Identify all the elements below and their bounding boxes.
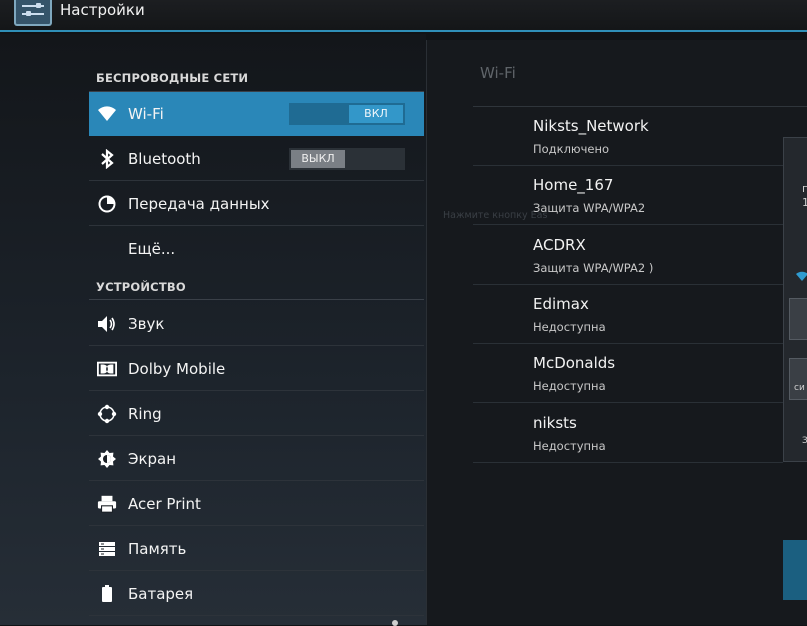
sidebar-item-label: Ring [128,405,162,423]
dialog-text-fragment: си [794,383,805,393]
sidebar-item-display[interactable]: Экран [89,437,424,481]
app-title: Настройки [60,1,145,19]
brightness-icon [97,449,117,469]
sidebar-item-bluetooth[interactable]: Bluetooth ВЫКЛ [89,137,424,181]
storage-icon [97,539,117,559]
sidebar-item-wifi[interactable]: Wi-Fi ВКЛ [89,92,424,136]
sidebar-item-storage[interactable]: Память [89,527,424,571]
speaker-icon [97,314,117,334]
sidebar-item-label: Dolby Mobile [128,360,226,378]
network-item[interactable]: Niksts_Network Подключено [473,107,783,166]
dialog-button[interactable]: си [789,358,807,400]
settings-app-icon[interactable] [14,0,52,26]
sidebar-item-label: Bluetooth [128,150,201,168]
network-item[interactable]: McDonalds Недоступна [473,344,783,403]
sidebar-item-acer-print[interactable]: Acer Print [89,482,424,526]
action-bar: Настройки [0,0,807,32]
network-item[interactable]: ACDRX Защита WPA/WPA2 ) [473,226,783,285]
detail-title: Wi-Fi [480,64,516,82]
bluetooth-toggle[interactable]: ВЫКЛ [289,148,405,170]
sidebar-item-label: Wi-Fi [128,105,164,123]
sidebar-item-sound[interactable]: Звук [89,302,424,346]
network-item[interactable]: niksts Недоступна [473,404,783,463]
network-name: McDonalds [533,354,616,372]
network-name: ACDRX [533,236,586,254]
network-status: Недоступна [533,379,606,393]
network-status: Недоступна [533,439,606,453]
network-item[interactable]: Home_167 Защита WPA/WPA2 [473,166,783,225]
sidebar-item-ring[interactable]: Ring [89,392,424,436]
section-header-wireless: БЕСПРОВОДНЫЕ СЕТИ [96,71,249,85]
data-usage-icon [97,194,117,214]
wifi-signal-icon [796,266,807,285]
dialog-text-fragment: п [802,182,807,195]
printer-icon [97,494,117,514]
network-status: Недоступна [533,320,606,334]
sidebar-item-label: Память [128,540,187,558]
sidebar-item-label: Экран [128,450,177,468]
dialog-text-fragment: 1 [802,196,807,209]
sidebar-item-label: Батарея [128,585,194,603]
network-status: Защита WPA/WPA2 ) [533,261,654,275]
sidebar-item-dolby[interactable]: Dolby Mobile [89,347,424,391]
network-name: Home_167 [533,176,614,194]
section-divider [89,299,424,300]
network-item[interactable]: Edimax Недоступна [473,285,783,344]
dialog-action-strip[interactable] [783,540,807,600]
network-name: niksts [533,414,577,432]
dolby-icon [97,359,117,379]
toggle-on-label: ВКЛ [349,105,403,123]
ring-icon [97,404,117,424]
dialog-text-fragment: З [802,436,807,446]
bluetooth-icon [97,149,117,169]
sidebar-item-label: Ещё... [128,240,176,258]
sidebar-item-label: Передача данных [128,195,270,213]
dialog-button[interactable] [789,298,807,340]
sidebar-item-battery[interactable]: Батарея [89,572,424,616]
network-name: Edimax [533,295,589,313]
sidebar-item-more[interactable]: Ещё... [89,227,424,271]
wifi-toggle[interactable]: ВКЛ [289,103,405,125]
toggle-off-label: ВЫКЛ [291,150,345,168]
network-status: Подключено [533,142,610,156]
sidebar-item-label: Звук [128,315,165,333]
scroll-indicator [392,620,398,626]
network-name: Niksts_Network [533,117,649,135]
battery-icon [97,584,117,604]
section-header-device: УСТРОЙСТВО [96,280,186,294]
settings-sidebar: БЕСПРОВОДНЫЕ СЕТИ Wi-Fi ВКЛ Bluetooth ВЫ… [0,34,426,625]
sidebar-item-data-usage[interactable]: Передача данных [89,182,424,226]
network-status: Защита WPA/WPA2 [533,201,646,215]
wifi-detail-pane: Wi-Fi Нажмите кнопку Eas Niksts_Network … [426,40,807,625]
connection-dialog: п 1 си З [783,137,807,462]
wifi-icon [97,104,117,124]
sidebar-item-label: Acer Print [128,495,201,513]
